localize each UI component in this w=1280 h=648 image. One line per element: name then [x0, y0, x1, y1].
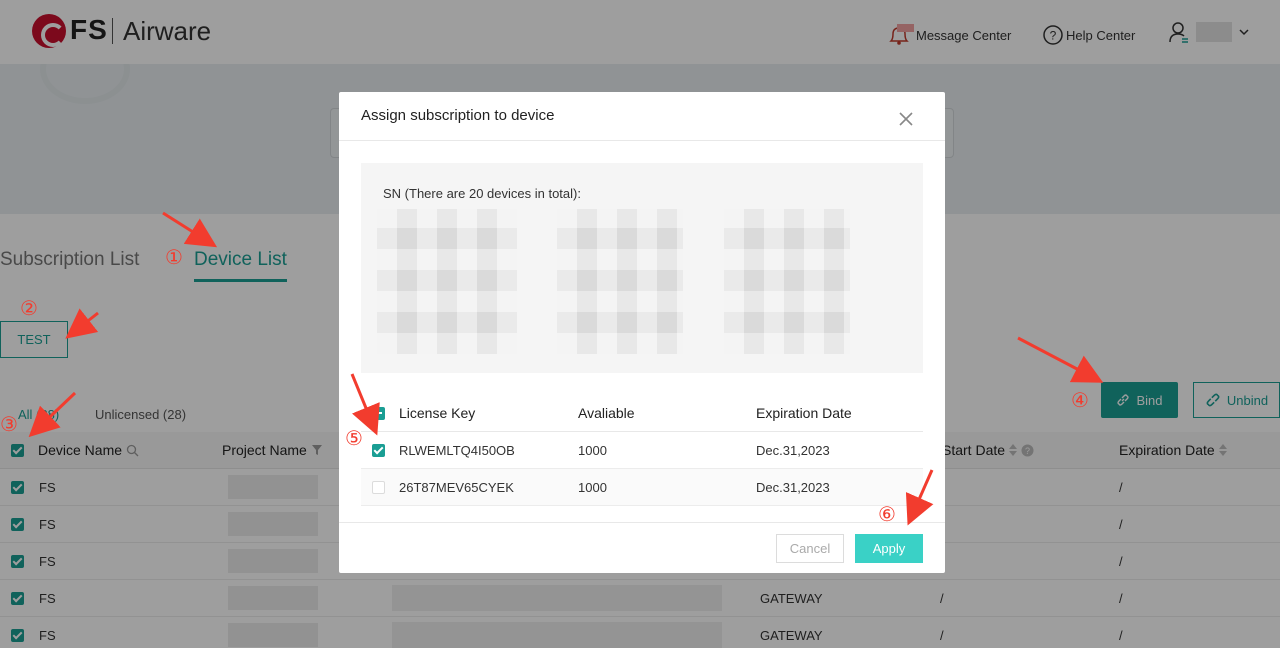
available-cell: 1000 — [578, 480, 607, 495]
step-marker-4: ④ — [1071, 388, 1089, 412]
available-cell: 1000 — [578, 443, 607, 458]
redacted-sn-list — [557, 209, 683, 354]
modal-divider — [339, 140, 945, 141]
select-all-license-checkbox[interactable] — [372, 407, 385, 420]
step-marker-2: ② — [20, 296, 38, 320]
step-marker-6: ⑥ — [878, 502, 896, 526]
cancel-button[interactable]: Cancel — [776, 534, 844, 563]
sn-label: SN (There are 20 devices in total): — [383, 186, 581, 201]
step-marker-5: ⑤ — [345, 426, 363, 450]
license-checkbox[interactable] — [372, 444, 385, 457]
col-available: Avaliable — [578, 405, 635, 421]
col-expiration: Expiration Date — [756, 405, 852, 421]
expiration-cell: Dec.31,2023 — [756, 443, 830, 458]
redacted-sn-list — [724, 209, 850, 354]
modal-title: Assign subscription to device — [361, 107, 555, 124]
step-marker-3: ③ — [0, 412, 18, 436]
sn-panel: SN (There are 20 devices in total): — [361, 163, 923, 373]
col-license-key: License Key — [399, 405, 476, 421]
license-row[interactable]: RLWEMLTQ4I50OB 1000 Dec.31,2023 — [361, 432, 923, 469]
close-icon[interactable] — [895, 108, 917, 130]
redacted-sn-list — [377, 209, 517, 354]
step-marker-1: ① — [165, 245, 183, 269]
license-key-cell: 26T87MEV65CYEK — [399, 480, 514, 495]
assign-subscription-modal: Assign subscription to device SN (There … — [339, 92, 945, 573]
license-checkbox[interactable] — [372, 481, 385, 494]
license-table-header: License Key Avaliable Expiration Date — [361, 395, 923, 432]
modal-footer-divider — [339, 522, 945, 523]
expiration-cell: Dec.31,2023 — [756, 480, 830, 495]
license-key-cell: RLWEMLTQ4I50OB — [399, 443, 515, 458]
license-row[interactable]: 26T87MEV65CYEK 1000 Dec.31,2023 — [361, 469, 923, 506]
license-table: License Key Avaliable Expiration Date RL… — [361, 395, 923, 506]
apply-button[interactable]: Apply — [855, 534, 923, 563]
